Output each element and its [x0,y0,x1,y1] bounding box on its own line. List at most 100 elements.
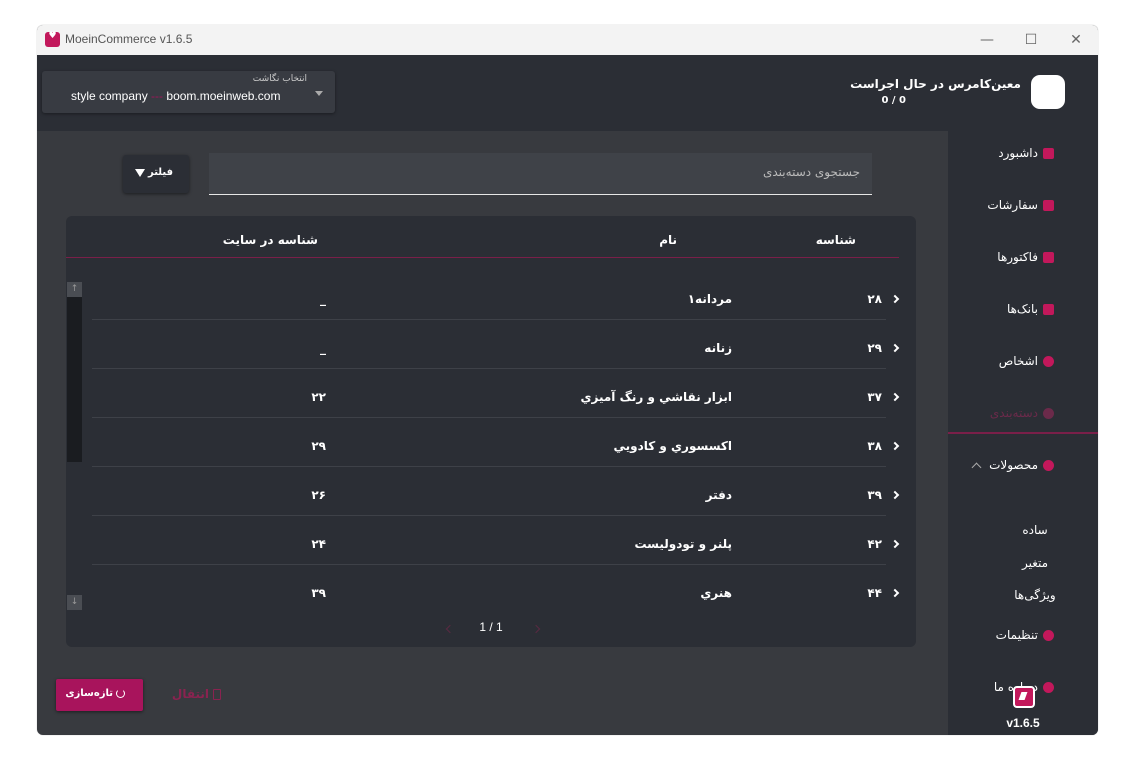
row-site-id: _ [320,341,326,355]
store-select-label: انتخاب نگاشت [252,74,307,84]
sidebar-subitem-simple[interactable]: ساده [960,523,1098,537]
maximize-button[interactable]: ☐ [1020,30,1042,50]
sidebar-item-settings[interactable]: تنظیمات [948,613,1098,661]
title-bar: MoeinCommerce v1.6.5 — ☐ ✕ [37,25,1098,55]
refresh-label: تازه‌سازی [65,688,113,699]
table-row[interactable]: ۲۸ مردانه۱ _ [92,271,900,320]
sidebar-item-banks[interactable]: بانک‌ها [948,287,1098,335]
row-site-id: ۲۶ [311,488,326,502]
bank-icon [1043,303,1054,315]
table-row[interactable]: ۳۹ دفتر ۲۶ [92,467,900,516]
expand-chevron-icon[interactable] [890,539,900,549]
row-site-id: ۲۹ [311,439,326,453]
app-header: انتخاب نگاشت style company --- boom.moei… [37,55,1098,131]
window-title: MoeinCommerce v1.6.5 [65,32,193,46]
gear-icon [1043,629,1054,641]
table-row[interactable]: ۳۸ اکسسوري و کادويي ۲۹ [92,418,900,467]
search-box [209,153,872,195]
categories-table: شناسه نام شناسه در سایت ۲۸ مردانه۱ _ ۲۹ … [66,216,916,647]
store-domain: boom.moeinweb.com [166,89,281,103]
row-name: زنانه [704,341,732,355]
scroll-thumb[interactable] [67,297,82,462]
row-id: ۴۴ [867,586,882,600]
sidebar-item-label: دسته‌بندی [989,406,1038,420]
status-count: 0 / 0 [881,95,906,106]
sidebar: داشبورد سفارشات فاکتورها بانک‌ها اشخاص د… [948,131,1098,735]
expand-chevron-icon[interactable] [890,343,900,353]
dashboard-icon [1043,147,1054,159]
expand-chevron-icon[interactable] [890,441,900,451]
expand-chevron-icon[interactable] [890,392,900,402]
sidebar-item-label: اشخاص [998,354,1038,368]
sidebar-item-invoices[interactable]: فاکتورها [948,235,1098,283]
category-icon [1043,407,1054,419]
row-name: اکسسوري و کادويي [613,439,732,453]
store-separator: --- [151,89,164,103]
table-row[interactable]: ۴۲ پلنر و تودوليست ۲۴ [92,516,900,565]
transfer-label: انتقال [171,687,209,701]
row-name: هنري [700,586,732,600]
scroll-down-icon[interactable]: ↓ [67,595,82,610]
expand-chevron-icon[interactable] [890,490,900,500]
info-icon [1043,681,1054,693]
scroll-up-icon[interactable]: ↑ [67,282,82,297]
sidebar-item-label: سفارشات [987,198,1038,212]
table-row[interactable]: ۴۴ هنري ۳۹ [92,565,900,614]
close-button[interactable]: ✕ [1065,30,1087,50]
app-version: v1.6.5 [1006,716,1040,730]
table-row[interactable]: ۳۷ ابزار نقاشي و رنگ آميزي ۲۲ [92,369,900,418]
refresh-button[interactable]: تازه‌سازی [56,679,143,711]
row-site-id: _ [320,292,326,306]
sidebar-item-dashboard[interactable]: داشبورد [948,131,1098,179]
sidebar-item-persons[interactable]: اشخاص [948,339,1098,387]
column-header-site-id[interactable]: شناسه در سایت [223,233,318,247]
sidebar-item-products[interactable]: محصولات [948,443,1098,491]
sidebar-item-orders[interactable]: سفارشات [948,183,1098,231]
store-company: style company [71,89,148,103]
row-name: پلنر و تودوليست [634,537,732,551]
filter-label: فیلتر [147,167,173,178]
row-name: مردانه۱ [687,292,732,306]
row-site-id: ۳۹ [311,586,326,600]
app-window: MoeinCommerce v1.6.5 — ☐ ✕ انتخاب نگاشت … [37,25,1098,735]
row-id: ۴۲ [867,537,882,551]
orders-icon [1043,199,1054,211]
chevron-up-icon [971,462,982,472]
sidebar-subitem-attributes[interactable]: ویژگی‌ها [960,588,1098,602]
pagination-indicator: 1 / 1 [479,620,503,634]
chevron-down-icon [315,91,323,96]
document-icon [213,688,221,700]
transfer-button[interactable]: انتقال [165,679,227,711]
status-title: معین‌کامرس در حال اجراست [850,77,1021,91]
sidebar-item-label: داشبورد [998,146,1038,160]
store-select-value: style company --- boom.moeinweb.com [71,89,280,103]
row-name: ابزار نقاشي و رنگ آميزي [580,390,732,404]
table-row[interactable]: ۲۹ زنانه _ [92,320,900,369]
category-search-input[interactable] [240,165,860,179]
status-avatar [1031,75,1065,109]
invoice-icon [1043,251,1054,263]
sidebar-item-label: بانک‌ها [1006,302,1038,316]
table-scrollbar[interactable]: ↑ ↓ [67,282,82,610]
expand-chevron-icon[interactable] [890,588,900,598]
column-header-name[interactable]: نام [659,233,677,247]
table-header: شناسه نام شناسه در سایت [66,216,899,258]
row-id: ۳۸ [867,439,882,453]
brand-logo-icon [1013,686,1035,708]
sidebar-subitem-variable[interactable]: متغیر [960,556,1098,570]
sidebar-divider [948,432,1098,434]
refresh-icon [116,689,125,698]
store-mapping-select[interactable]: انتخاب نگاشت style company --- boom.moei… [42,71,335,113]
filter-button[interactable]: فیلتر [123,155,189,193]
row-site-id: ۲۲ [311,390,326,404]
row-id: ۲۸ [867,292,882,306]
minimize-button[interactable]: — [976,30,998,50]
expand-chevron-icon[interactable] [890,294,900,304]
row-site-id: ۲۴ [311,537,326,551]
row-id: ۳۷ [867,390,882,404]
app-logo-icon [45,31,60,47]
sidebar-item-label: فاکتورها [997,250,1038,264]
column-header-id[interactable]: شناسه [816,233,856,247]
person-icon [1043,355,1054,367]
box-icon [1043,459,1054,471]
